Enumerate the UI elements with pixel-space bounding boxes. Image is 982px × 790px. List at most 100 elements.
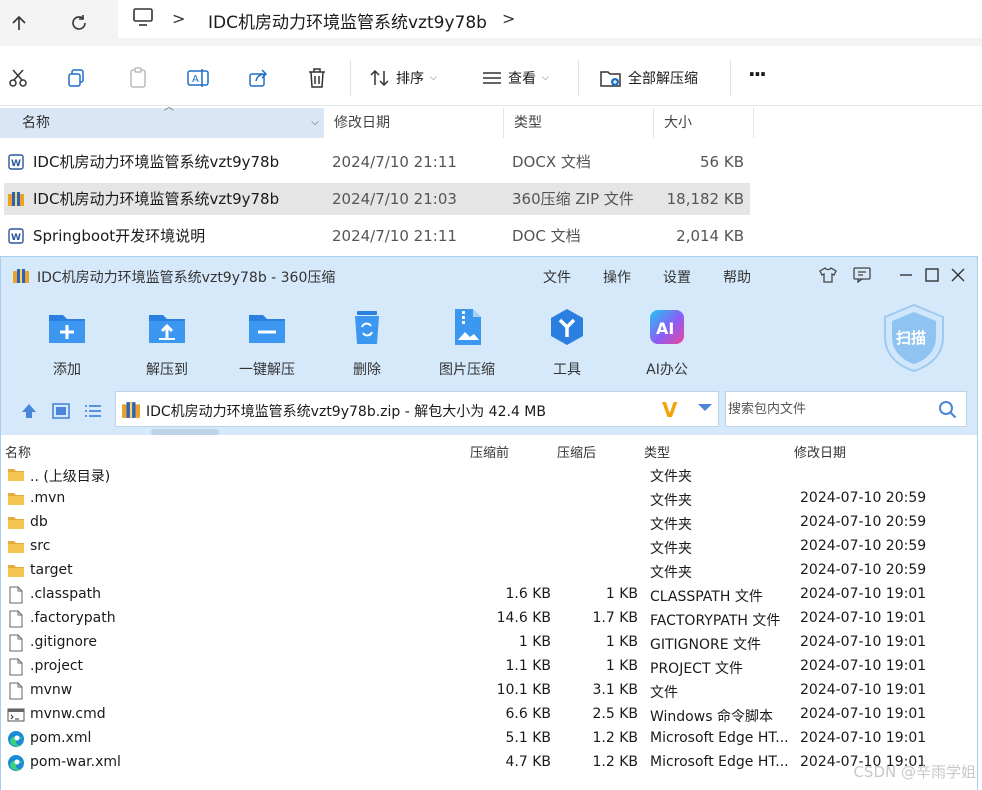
file-row[interactable]: W Springboot开发环境说明 2024/7/10 21:11 DOC 文… <box>4 220 750 252</box>
image-compress-icon <box>455 309 481 345</box>
ai-office-button[interactable]: AI AI办公 <box>627 307 707 378</box>
menu-help[interactable]: 帮助 <box>723 267 751 287</box>
entry-type: Windows 命令脚本 <box>650 709 773 725</box>
feedback-button[interactable] <box>851 264 873 286</box>
entry-type: 文件夹 <box>650 541 692 557</box>
chevron-down-icon: ⌵ <box>430 73 437 83</box>
zip-delete-button[interactable]: 删除 <box>327 307 407 378</box>
menu-file[interactable]: 文件 <box>543 267 571 287</box>
minimize-button[interactable] <box>895 264 917 286</box>
thumbnail-view-icon[interactable] <box>51 401 71 421</box>
entry-name: mvnw <box>30 682 73 698</box>
up-level-icon[interactable] <box>19 401 39 421</box>
tshirt-icon <box>819 267 837 283</box>
entry-name: .mvn <box>30 490 66 506</box>
file-row[interactable]: IDC机房动力环境监管系统vzt9y78b 2024/7/10 21:03 36… <box>4 183 750 215</box>
tool-label: 图片压缩 <box>439 362 495 378</box>
clipboard-icon <box>130 67 146 88</box>
file-icon <box>9 586 23 604</box>
entry-type: Microsoft Edge HT... <box>650 754 789 770</box>
column-header-name[interactable]: 名称 <box>0 108 306 138</box>
entry-uncompressed: 1.6 KB <box>505 586 552 602</box>
paste-button[interactable] <box>126 66 150 90</box>
archive-row[interactable]: db 文件夹 2024-07-10 20:59 <box>1 511 977 535</box>
archive-row[interactable]: mvnw.cmd 6.6 KB 2.5 KB Windows 命令脚本 2024… <box>1 703 977 727</box>
menu-settings[interactable]: 设置 <box>663 267 691 287</box>
entry-compressed: 1.2 KB <box>592 730 639 746</box>
archive-row[interactable]: target 文件夹 2024-07-10 20:59 <box>1 559 977 583</box>
archive-row[interactable]: .project 1.1 KB 1 KB PROJECT 文件 2024-07-… <box>1 655 977 679</box>
entry-date: 2024-07-10 19:01 <box>800 634 927 650</box>
search-icon[interactable] <box>938 400 958 420</box>
computer-icon <box>133 8 153 26</box>
entry-type: PROJECT 文件 <box>650 661 743 677</box>
scan-button[interactable]: 扫描 <box>881 303 947 373</box>
list-view-icon[interactable] <box>83 401 103 421</box>
column-header-date[interactable]: 修改日期 <box>794 442 846 461</box>
column-header-uncompressed[interactable]: 压缩前 <box>470 442 509 461</box>
file-date: 2024/7/10 21:11 <box>332 227 457 245</box>
entry-compressed: 1 KB <box>605 586 638 602</box>
cmd-script-icon <box>7 708 25 722</box>
search-box[interactable] <box>725 391 967 427</box>
refresh-button[interactable] <box>64 8 94 38</box>
up-arrow-button[interactable] <box>4 8 34 38</box>
cut-button[interactable] <box>6 66 30 90</box>
column-header-date[interactable]: 修改日期 <box>324 108 504 138</box>
chevron-right-icon[interactable]: > <box>502 9 515 28</box>
v-logo-icon[interactable]: V <box>662 398 677 422</box>
entry-date: 2024-07-10 19:01 <box>800 658 927 674</box>
entry-name: pom-war.xml <box>30 754 121 770</box>
path-dropdown-icon[interactable] <box>698 404 712 411</box>
scan-label: 扫描 <box>896 329 926 347</box>
menu-operation[interactable]: 操作 <box>603 267 631 287</box>
archive-row[interactable]: src 文件夹 2024-07-10 20:59 <box>1 535 977 559</box>
share-button[interactable] <box>246 66 270 90</box>
column-header-type[interactable]: 类型 <box>504 108 654 138</box>
close-button[interactable] <box>947 264 969 286</box>
file-size: 18,182 KB <box>666 190 744 208</box>
archive-row[interactable]: .mvn 文件夹 2024-07-10 20:59 <box>1 487 977 511</box>
sort-ascending-icon: ︿ <box>164 102 174 113</box>
column-header-name[interactable]: 名称 <box>5 442 31 461</box>
tool-label: 一键解压 <box>239 362 295 378</box>
add-button[interactable]: 添加 <box>27 307 107 378</box>
share-icon <box>249 69 268 87</box>
breadcrumb-folder[interactable]: IDC机房动力环境监管系统vzt9y78b <box>208 8 487 33</box>
sort-button[interactable]: 排序 ⌵ <box>370 68 437 88</box>
entry-compressed: 1.7 KB <box>592 610 639 626</box>
extract-all-button[interactable]: 全部解压缩 <box>600 68 698 88</box>
close-icon <box>951 268 965 282</box>
search-input[interactable] <box>728 394 928 424</box>
archive-row[interactable]: .. (上级目录) 文件夹 <box>1 463 977 487</box>
extract-to-button[interactable]: 解压到 <box>127 307 207 378</box>
delete-button[interactable] <box>305 66 329 90</box>
archive-path-field[interactable]: IDC机房动力环境监管系统vzt9y78b.zip - 解包大小为 42.4 M… <box>115 391 719 427</box>
more-options-button[interactable]: ··· <box>748 62 767 86</box>
address-field[interactable]: > IDC机房动力环境监管系统vzt9y78b > <box>118 0 982 38</box>
archive-row[interactable]: pom.xml 5.1 KB 1.2 KB Microsoft Edge HT.… <box>1 727 977 751</box>
copy-button[interactable] <box>64 66 88 90</box>
view-button[interactable]: 查看 ⌵ <box>482 68 549 88</box>
archive-row[interactable]: mvnw 10.1 KB 3.1 KB 文件 2024-07-10 19:01 <box>1 679 977 703</box>
image-compress-button[interactable]: 图片压缩 <box>427 307 507 378</box>
entry-name: target <box>30 562 73 578</box>
column-header-type[interactable]: 类型 <box>644 442 670 461</box>
rename-button[interactable]: A <box>186 66 210 90</box>
tools-button[interactable]: 工具 <box>527 307 607 378</box>
archive-row[interactable]: .classpath 1.6 KB 1 KB CLASSPATH 文件 2024… <box>1 583 977 607</box>
column-header-compressed[interactable]: 压缩后 <box>557 442 596 461</box>
maximize-button[interactable] <box>921 264 943 286</box>
archive-row[interactable]: .gitignore 1 KB 1 KB GITIGNORE 文件 2024-0… <box>1 631 977 655</box>
archive-row[interactable]: .factorypath 14.6 KB 1.7 KB FACTORYPATH … <box>1 607 977 631</box>
column-header-size[interactable]: 大小 <box>654 108 754 138</box>
one-click-extract-button[interactable]: 一键解压 <box>227 307 307 378</box>
svg-text:W: W <box>11 233 21 243</box>
file-row[interactable]: W IDC机房动力环境监管系统vzt9y78b 2024/7/10 21:11 … <box>4 146 750 178</box>
archive-row[interactable]: pom-war.xml 4.7 KB 1.2 KB Microsoft Edge… <box>1 751 977 775</box>
file-icon <box>9 634 23 652</box>
column-dropdown-icon[interactable]: ⌵ <box>306 108 324 138</box>
folder-icon <box>8 565 24 577</box>
entry-date: 2024-07-10 19:01 <box>800 610 927 626</box>
skin-button[interactable] <box>817 264 839 286</box>
